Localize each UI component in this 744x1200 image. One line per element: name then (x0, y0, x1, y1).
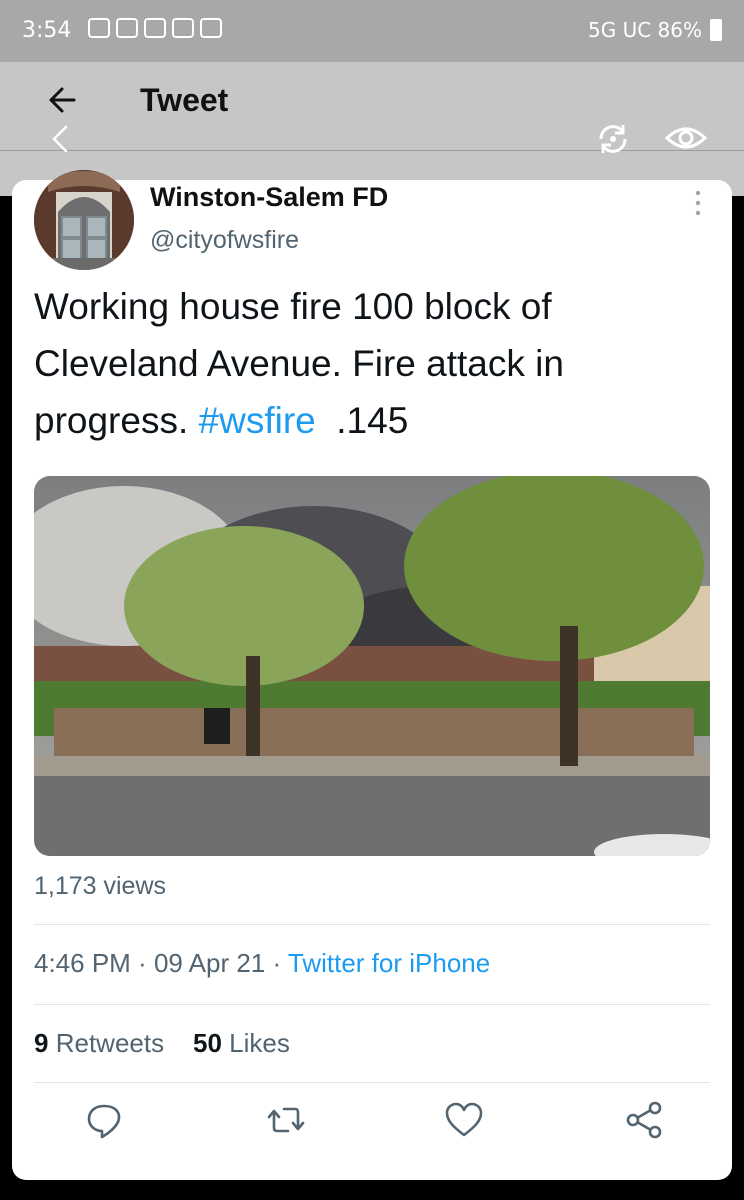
tweet-source-link[interactable]: Twitter for iPhone (288, 948, 490, 978)
tweet-text: Working house fire 100 block of Clevelan… (34, 278, 714, 449)
divider (34, 924, 710, 925)
more-icon[interactable] (694, 188, 702, 218)
view-count: 1,173 views (34, 872, 167, 900)
retweets-stat[interactable]: 9 Retweets (34, 1028, 164, 1058)
tweet-video[interactable] (34, 476, 710, 856)
notification-icon (144, 18, 166, 38)
page-title: Tweet (140, 82, 229, 118)
tweet-header: Tweet (0, 62, 744, 196)
mail-icon (200, 18, 222, 38)
tweet-actions (34, 1100, 710, 1150)
status-time: 3:54 (22, 18, 72, 43)
avatar[interactable] (34, 170, 134, 270)
network-battery-text: 5G UC 86% (588, 18, 702, 42)
battery-icon (710, 19, 722, 41)
user-handle[interactable]: @cityofwsfire (150, 226, 299, 255)
notification-icon (116, 18, 138, 38)
back-arrow-icon[interactable] (44, 80, 84, 120)
retweets-count: 9 (34, 1028, 49, 1058)
likes-label: Likes (229, 1028, 290, 1058)
display-name[interactable]: Winston-Salem FD (150, 182, 388, 213)
tweet-time: 4:46 PM (34, 948, 131, 978)
likes-stat[interactable]: 50 Likes (193, 1028, 290, 1058)
status-right: 5G UC 86% (588, 18, 722, 42)
tweet-card: Winston-Salem FD @cityofwsfire Working h… (12, 170, 732, 1180)
eye-icon[interactable] (664, 120, 708, 156)
retweets-label: Retweets (55, 1028, 165, 1058)
divider (34, 1004, 710, 1005)
divider (34, 1082, 710, 1083)
likes-count: 50 (193, 1028, 222, 1058)
tweet-text-suffix: .145 (315, 400, 409, 441)
bottom-bar (0, 1180, 744, 1200)
notification-icon (172, 18, 194, 38)
chevron-left-icon[interactable] (46, 124, 76, 154)
hashtag-link[interactable]: #wsfire (199, 400, 316, 441)
tweet-date: 09 Apr 21 (153, 948, 266, 978)
like-icon[interactable] (444, 1100, 484, 1140)
notification-icon (88, 18, 110, 38)
reply-icon[interactable] (84, 1100, 124, 1140)
tweet-stats: 9 Retweets 50 Likes (34, 1028, 290, 1059)
notification-icons (88, 18, 222, 38)
refresh-icon[interactable] (592, 118, 634, 160)
tweet-meta: 4:46 PM · 09 Apr 21 · Twitter for iPhone (34, 948, 491, 978)
retweet-icon[interactable] (266, 1100, 306, 1140)
share-icon[interactable] (624, 1100, 664, 1140)
status-bar: 3:54 5G UC 86% (0, 0, 744, 62)
